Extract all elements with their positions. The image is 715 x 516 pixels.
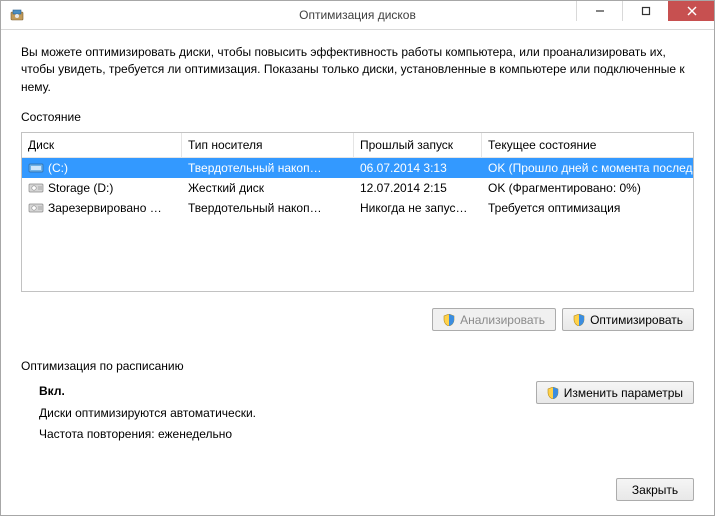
app-icon [9,7,25,23]
cell-media: Жесткий диск [182,178,354,198]
cell-status: OK (Фрагментировано: 0%) [482,178,693,198]
analyze-button-label: Анализировать [460,313,545,327]
optimize-button[interactable]: Оптимизировать [562,308,694,331]
footer-row: Закрыть [21,464,694,501]
table-header: Диск Тип носителя Прошлый запуск Текущее… [22,133,693,158]
schedule-line1: Диски оптимизируются автоматически. [39,403,536,425]
close-button[interactable]: Закрыть [616,478,694,501]
table-body: (C:) Твердотельный накоп…06.07.2014 3:13O… [22,158,693,218]
table-row[interactable]: Storage (D:) Жесткий диск12.07.2014 2:15O… [22,178,693,198]
titlebar: Оптимизация дисков [1,1,714,30]
cell-status: OK (Прошло дней с момента последне… [482,158,693,178]
status-section-label: Состояние [21,110,694,124]
analyze-button[interactable]: Анализировать [432,308,556,331]
schedule-text: Вкл. Диски оптимизируются автоматически.… [21,381,536,446]
drive-table: Диск Тип носителя Прошлый запуск Текущее… [21,132,694,292]
col-header-status[interactable]: Текущее состояние [482,133,693,157]
shield-icon [573,314,585,326]
intro-text: Вы можете оптимизировать диски, чтобы по… [21,44,694,96]
close-button-label: Закрыть [632,483,678,497]
change-settings-button[interactable]: Изменить параметры [536,381,694,404]
cell-status: Требуется оптимизация [482,198,693,218]
hdd-drive-icon [28,202,44,214]
optimize-button-label: Оптимизировать [590,313,683,327]
client-area: Вы можете оптимизировать диски, чтобы по… [1,30,714,515]
table-row[interactable]: Зарезервировано … Твердотельный накоп…Ник… [22,198,693,218]
col-header-media[interactable]: Тип носителя [182,133,354,157]
schedule-section-label: Оптимизация по расписанию [21,359,694,373]
shield-icon [547,387,559,399]
schedule-line2: Частота повторения: еженедельно [39,424,536,446]
ssd-drive-icon [28,162,44,174]
hdd-drive-icon [28,182,44,194]
cell-disk: Storage (D:) [22,178,182,198]
col-header-disk[interactable]: Диск [22,133,182,157]
cell-last-run: Никогда не запус… [354,198,482,218]
cell-disk: (C:) [22,158,182,178]
drive-name: Зарезервировано … [48,201,162,215]
schedule-section: Оптимизация по расписанию Вкл. Диски опт… [21,359,694,446]
window: Оптимизация дисков Вы можете оптимизиров… [0,0,715,516]
drive-name: Storage (D:) [48,181,113,195]
cell-last-run: 12.07.2014 2:15 [354,178,482,198]
change-settings-button-label: Изменить параметры [564,386,683,400]
table-row[interactable]: (C:) Твердотельный накоп…06.07.2014 3:13O… [22,158,693,178]
drive-name: (C:) [48,161,68,175]
cell-last-run: 06.07.2014 3:13 [354,158,482,178]
cell-media: Твердотельный накоп… [182,198,354,218]
close-window-button[interactable] [668,1,714,21]
col-header-lastrun[interactable]: Прошлый запуск [354,133,482,157]
maximize-button[interactable] [622,1,668,21]
shield-icon [443,314,455,326]
window-controls [576,1,714,29]
cell-media: Твердотельный накоп… [182,158,354,178]
cell-disk: Зарезервировано … [22,198,182,218]
action-button-row: Анализировать Оптимизировать [21,308,694,331]
schedule-state: Вкл. [39,381,536,403]
minimize-button[interactable] [576,1,622,21]
